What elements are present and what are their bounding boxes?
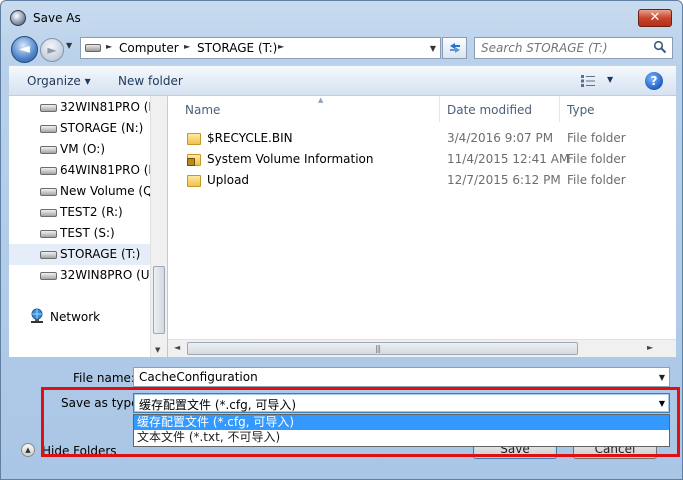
refresh-button[interactable] [442,37,467,59]
drive-icon [40,146,57,154]
save-as-dialog: Save As ✕ ◄ ► ▼ ► Computer ► STORAGE (T:… [0,0,683,480]
breadcrumb-computer[interactable]: Computer [119,41,179,55]
sidebar-item-drive-o[interactable]: VM (O:) [9,139,150,160]
sidebar-item-network[interactable]: Network [50,310,100,324]
drive-icon [40,104,57,112]
view-options-icon[interactable] [581,75,595,87]
file-list-horizontal-scrollbar[interactable]: ◄ ||| ► [168,339,676,357]
navigation-pane: 32WIN81PRO (M STORAGE (N:) VM (O:) 64WIN… [9,96,167,357]
drive-icon [40,209,57,217]
organize-menu[interactable]: Organize ▾ [27,74,91,88]
file-list-vertical-scrollbar[interactable]: ▼ [659,96,676,357]
lock-icon [187,158,195,166]
forward-button[interactable]: ► [40,38,64,62]
refresh-icon [449,43,460,53]
sidebar-item-drive-n[interactable]: STORAGE (N:) [9,118,150,139]
command-bar: Organize ▾ New folder ▼ ? [9,65,676,95]
collapse-icon[interactable]: ▲ [21,443,35,457]
sidebar-item-drive-m[interactable]: 32WIN81PRO (M [9,97,159,118]
list-item[interactable]: System Volume Information 11/4/2015 12:4… [168,149,658,170]
breadcrumb-separator-icon[interactable]: ► [106,42,112,51]
search-input[interactable] [481,41,651,55]
scroll-left-icon[interactable]: ◄ [174,343,180,352]
file-list: Name ▲ Date modified Type $RECYCLE.BIN 3… [168,96,676,357]
column-header-type[interactable]: Type [560,96,659,122]
scroll-right-icon[interactable]: ► [647,343,653,352]
address-dropdown-icon[interactable]: ▼ [430,44,436,53]
title-bar: Save As ✕ [1,1,682,33]
folder-icon [187,133,201,145]
sidebar-item-label: 64WIN81PRO (P: [60,163,160,177]
drive-icon [40,230,57,238]
close-button[interactable]: ✕ [638,9,672,27]
new-folder-button[interactable]: New folder [118,74,183,88]
drive-icon [40,272,57,280]
address-bar[interactable]: ► Computer ► STORAGE (T:) ► ▼ [80,37,441,59]
file-name-combobox[interactable]: ▼ [133,367,670,387]
sidebar-item-drive-r[interactable]: TEST2 (R:) [9,202,150,223]
breadcrumb-separator-icon[interactable]: ► [278,42,284,51]
sidebar-item-label: STORAGE (N:) [60,121,144,135]
scrollbar-thumb[interactable] [153,266,165,334]
recent-pages-dropdown-icon[interactable]: ▼ [66,41,72,50]
grip-icon: ||| [375,344,381,353]
column-header-date-modified[interactable]: Date modified [440,96,560,122]
file-name-field[interactable] [139,370,639,384]
scroll-down-icon[interactable]: ▼ [155,346,160,354]
breadcrumb-storage[interactable]: STORAGE (T:) [197,41,277,55]
search-icon[interactable] [653,40,667,54]
sidebar-item-label: TEST2 (R:) [60,205,123,219]
sidebar-item-drive-p[interactable]: 64WIN81PRO (P: [9,160,160,181]
drive-icon [40,188,57,196]
sidebar-item-label: STORAGE (T:) [60,247,141,261]
list-item[interactable]: $RECYCLE.BIN 3/4/2016 9:07 PM File folde… [168,128,658,149]
sidebar-item-label: 32WIN8PRO (U:) [60,268,159,282]
breadcrumb-separator-icon[interactable]: ► [184,42,190,51]
sidebar-item-label: New Volume (Q: [60,184,157,198]
drive-icon [40,251,57,259]
list-item[interactable]: Upload 12/7/2015 6:12 PM File folder [168,170,658,191]
drive-icon [85,44,101,52]
search-box[interactable] [474,37,673,59]
window-title: Save As [33,11,81,25]
drive-icon [40,167,57,175]
sidebar-item-label: VM (O:) [60,142,106,156]
annotation-highlight-box [41,387,680,457]
sort-ascending-icon: ▲ [318,96,324,104]
scrollbar-thumb[interactable]: ||| [187,342,578,355]
network-icon [31,308,43,323]
back-button[interactable]: ◄ [11,36,38,63]
sidebar-item-drive-q[interactable]: New Volume (Q: [9,181,157,202]
view-dropdown-icon[interactable]: ▼ [607,75,613,84]
chevron-down-icon[interactable]: ▼ [659,373,665,382]
file-name-label: File name: [73,371,135,385]
help-icon[interactable]: ? [645,72,663,90]
drive-icon [40,125,57,133]
sidebar-item-drive-t[interactable]: STORAGE (T:) [9,244,150,265]
sidebar-item-drive-s[interactable]: TEST (S:) [9,223,150,244]
navigation-pane-scrollbar[interactable]: ▼ [150,96,167,357]
sidebar-item-label: 32WIN81PRO (M [60,100,159,114]
sidebar-item-label: TEST (S:) [60,226,115,240]
app-icon [10,10,26,26]
folder-icon [187,175,201,187]
sidebar-item-drive-u[interactable]: 32WIN8PRO (U:) [9,265,158,286]
column-header-name[interactable]: Name ▲ [178,96,440,122]
